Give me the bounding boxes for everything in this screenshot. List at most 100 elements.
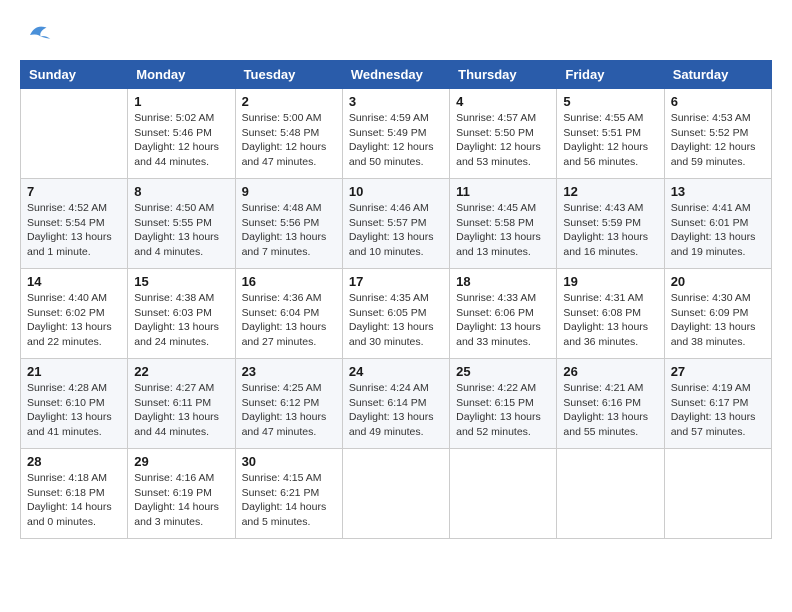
- day-cell: 14 Sunrise: 4:40 AMSunset: 6:02 PMDayligh…: [21, 269, 128, 359]
- day-info: Sunrise: 4:52 AMSunset: 5:54 PMDaylight:…: [27, 201, 121, 260]
- day-info: Sunrise: 4:43 AMSunset: 5:59 PMDaylight:…: [563, 201, 657, 260]
- day-number: 22: [134, 364, 228, 379]
- day-cell: 30Sunrise: 4:15 AMSunset: 6:21 PMDayligh…: [235, 449, 342, 539]
- day-number: 26: [563, 364, 657, 379]
- day-number: 8: [134, 184, 228, 199]
- day-number: 16: [242, 274, 336, 289]
- logo-bird-icon: [24, 20, 54, 50]
- day-cell: 25 Sunrise: 4:22 AMSunset: 6:15 PMDayligh…: [450, 359, 557, 449]
- day-cell: 13 Sunrise: 4:41 AMSunset: 6:01 PMDayligh…: [664, 179, 771, 269]
- column-header-sunday: Sunday: [21, 61, 128, 89]
- day-info: Sunrise: 4:38 AMSunset: 6:03 PMDaylight:…: [134, 291, 228, 350]
- week-row-1: 1 Sunrise: 5:02 AMSunset: 5:46 PMDaylight…: [21, 89, 772, 179]
- day-cell: [557, 449, 664, 539]
- day-info: Sunrise: 5:02 AMSunset: 5:46 PMDaylight:…: [134, 111, 228, 170]
- logo: [20, 20, 54, 50]
- week-row-3: 14 Sunrise: 4:40 AMSunset: 6:02 PMDayligh…: [21, 269, 772, 359]
- day-info: Sunrise: 4:57 AMSunset: 5:50 PMDaylight:…: [456, 111, 550, 170]
- day-number: 20: [671, 274, 765, 289]
- day-info: Sunrise: 4:16 AMSunset: 6:19 PMDaylight:…: [134, 471, 228, 530]
- day-number: 6: [671, 94, 765, 109]
- day-cell: 10 Sunrise: 4:46 AMSunset: 5:57 PMDayligh…: [342, 179, 449, 269]
- day-info: Sunrise: 4:53 AMSunset: 5:52 PMDaylight:…: [671, 111, 765, 170]
- day-info: Sunrise: 5:00 AMSunset: 5:48 PMDaylight:…: [242, 111, 336, 170]
- day-cell: 3 Sunrise: 4:59 AMSunset: 5:49 PMDaylight…: [342, 89, 449, 179]
- day-cell: 2Sunrise: 5:00 AMSunset: 5:48 PMDaylight…: [235, 89, 342, 179]
- day-number: 24: [349, 364, 443, 379]
- day-cell: 1 Sunrise: 5:02 AMSunset: 5:46 PMDaylight…: [128, 89, 235, 179]
- day-number: 23: [242, 364, 336, 379]
- day-info: Sunrise: 4:22 AMSunset: 6:15 PMDaylight:…: [456, 381, 550, 440]
- day-cell: 19 Sunrise: 4:31 AMSunset: 6:08 PMDayligh…: [557, 269, 664, 359]
- day-info: Sunrise: 4:41 AMSunset: 6:01 PMDaylight:…: [671, 201, 765, 260]
- day-cell: 8Sunrise: 4:50 AMSunset: 5:55 PMDaylight…: [128, 179, 235, 269]
- page-header: [20, 20, 772, 50]
- column-header-wednesday: Wednesday: [342, 61, 449, 89]
- day-number: 27: [671, 364, 765, 379]
- day-cell: 4 Sunrise: 4:57 AMSunset: 5:50 PMDaylight…: [450, 89, 557, 179]
- day-info: Sunrise: 4:19 AMSunset: 6:17 PMDaylight:…: [671, 381, 765, 440]
- day-number: 3: [349, 94, 443, 109]
- day-cell: 27 Sunrise: 4:19 AMSunset: 6:17 PMDayligh…: [664, 359, 771, 449]
- day-cell: 23 Sunrise: 4:25 AMSunset: 6:12 PMDayligh…: [235, 359, 342, 449]
- day-cell: 11Sunrise: 4:45 AMSunset: 5:58 PMDayligh…: [450, 179, 557, 269]
- day-number: 10: [349, 184, 443, 199]
- day-info: Sunrise: 4:33 AMSunset: 6:06 PMDaylight:…: [456, 291, 550, 350]
- day-number: 18: [456, 274, 550, 289]
- day-cell: 7 Sunrise: 4:52 AMSunset: 5:54 PMDaylight…: [21, 179, 128, 269]
- day-number: 9: [242, 184, 336, 199]
- day-info: Sunrise: 4:40 AMSunset: 6:02 PMDaylight:…: [27, 291, 121, 350]
- day-info: Sunrise: 4:46 AMSunset: 5:57 PMDaylight:…: [349, 201, 443, 260]
- day-info: Sunrise: 4:35 AMSunset: 6:05 PMDaylight:…: [349, 291, 443, 350]
- day-cell: 9 Sunrise: 4:48 AMSunset: 5:56 PMDaylight…: [235, 179, 342, 269]
- day-number: 19: [563, 274, 657, 289]
- day-info: Sunrise: 4:25 AMSunset: 6:12 PMDaylight:…: [242, 381, 336, 440]
- day-number: 7: [27, 184, 121, 199]
- day-info: Sunrise: 4:27 AMSunset: 6:11 PMDaylight:…: [134, 381, 228, 440]
- day-cell: 6 Sunrise: 4:53 AMSunset: 5:52 PMDaylight…: [664, 89, 771, 179]
- day-cell: 20 Sunrise: 4:30 AMSunset: 6:09 PMDayligh…: [664, 269, 771, 359]
- calendar-header-row: SundayMondayTuesdayWednesdayThursdayFrid…: [21, 61, 772, 89]
- day-info: Sunrise: 4:48 AMSunset: 5:56 PMDaylight:…: [242, 201, 336, 260]
- column-header-thursday: Thursday: [450, 61, 557, 89]
- day-number: 21: [27, 364, 121, 379]
- day-cell: 29 Sunrise: 4:16 AMSunset: 6:19 PMDayligh…: [128, 449, 235, 539]
- week-row-4: 21 Sunrise: 4:28 AMSunset: 6:10 PMDayligh…: [21, 359, 772, 449]
- day-number: 15: [134, 274, 228, 289]
- day-cell: 21 Sunrise: 4:28 AMSunset: 6:10 PMDayligh…: [21, 359, 128, 449]
- day-number: 12: [563, 184, 657, 199]
- column-header-friday: Friday: [557, 61, 664, 89]
- day-number: 11: [456, 184, 550, 199]
- day-cell: 26 Sunrise: 4:21 AMSunset: 6:16 PMDayligh…: [557, 359, 664, 449]
- day-cell: [450, 449, 557, 539]
- day-cell: [21, 89, 128, 179]
- column-header-tuesday: Tuesday: [235, 61, 342, 89]
- day-number: 25: [456, 364, 550, 379]
- day-info: Sunrise: 4:31 AMSunset: 6:08 PMDaylight:…: [563, 291, 657, 350]
- day-cell: 5Sunrise: 4:55 AMSunset: 5:51 PMDaylight…: [557, 89, 664, 179]
- day-info: Sunrise: 4:55 AMSunset: 5:51 PMDaylight:…: [563, 111, 657, 170]
- week-row-5: 28 Sunrise: 4:18 AMSunset: 6:18 PMDayligh…: [21, 449, 772, 539]
- day-cell: 12 Sunrise: 4:43 AMSunset: 5:59 PMDayligh…: [557, 179, 664, 269]
- day-number: 30: [242, 454, 336, 469]
- day-number: 17: [349, 274, 443, 289]
- day-cell: 28 Sunrise: 4:18 AMSunset: 6:18 PMDayligh…: [21, 449, 128, 539]
- day-info: Sunrise: 4:24 AMSunset: 6:14 PMDaylight:…: [349, 381, 443, 440]
- day-info: Sunrise: 4:59 AMSunset: 5:49 PMDaylight:…: [349, 111, 443, 170]
- day-info: Sunrise: 4:28 AMSunset: 6:10 PMDaylight:…: [27, 381, 121, 440]
- day-info: Sunrise: 4:30 AMSunset: 6:09 PMDaylight:…: [671, 291, 765, 350]
- day-info: Sunrise: 4:18 AMSunset: 6:18 PMDaylight:…: [27, 471, 121, 530]
- day-number: 13: [671, 184, 765, 199]
- day-cell: [342, 449, 449, 539]
- day-number: 14: [27, 274, 121, 289]
- day-number: 28: [27, 454, 121, 469]
- day-number: 29: [134, 454, 228, 469]
- day-info: Sunrise: 4:21 AMSunset: 6:16 PMDaylight:…: [563, 381, 657, 440]
- day-number: 1: [134, 94, 228, 109]
- day-cell: [664, 449, 771, 539]
- day-number: 4: [456, 94, 550, 109]
- column-header-monday: Monday: [128, 61, 235, 89]
- day-info: Sunrise: 4:36 AMSunset: 6:04 PMDaylight:…: [242, 291, 336, 350]
- calendar-table: SundayMondayTuesdayWednesdayThursdayFrid…: [20, 60, 772, 539]
- day-cell: 16 Sunrise: 4:36 AMSunset: 6:04 PMDayligh…: [235, 269, 342, 359]
